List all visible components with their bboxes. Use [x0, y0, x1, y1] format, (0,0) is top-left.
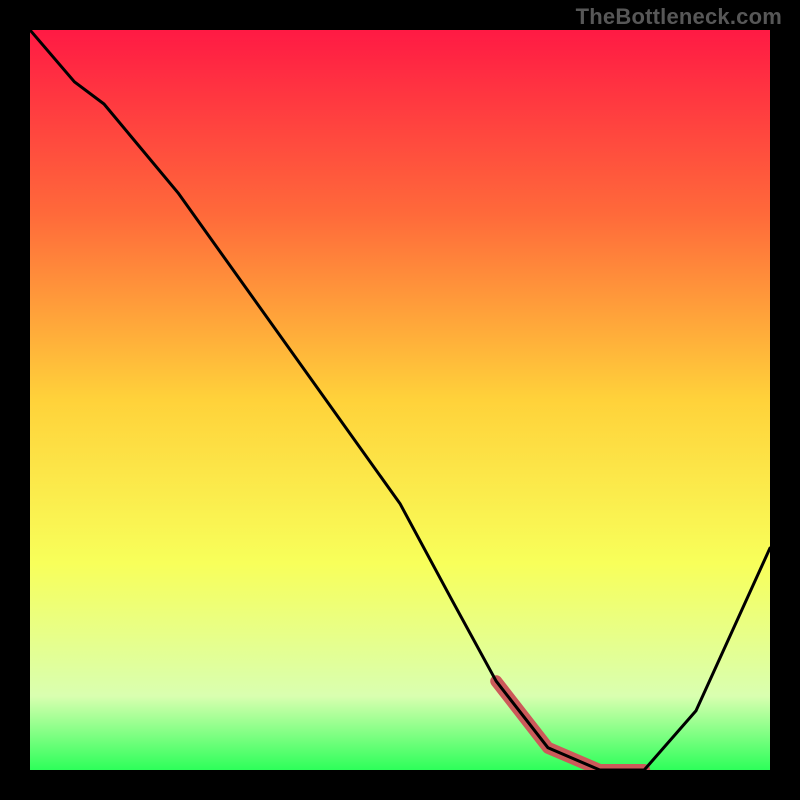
bottleneck-chart	[30, 30, 770, 770]
plot-area	[30, 30, 770, 770]
gradient-background	[30, 30, 770, 770]
chart-container: TheBottleneck.com	[0, 0, 800, 800]
watermark-text: TheBottleneck.com	[576, 4, 782, 30]
